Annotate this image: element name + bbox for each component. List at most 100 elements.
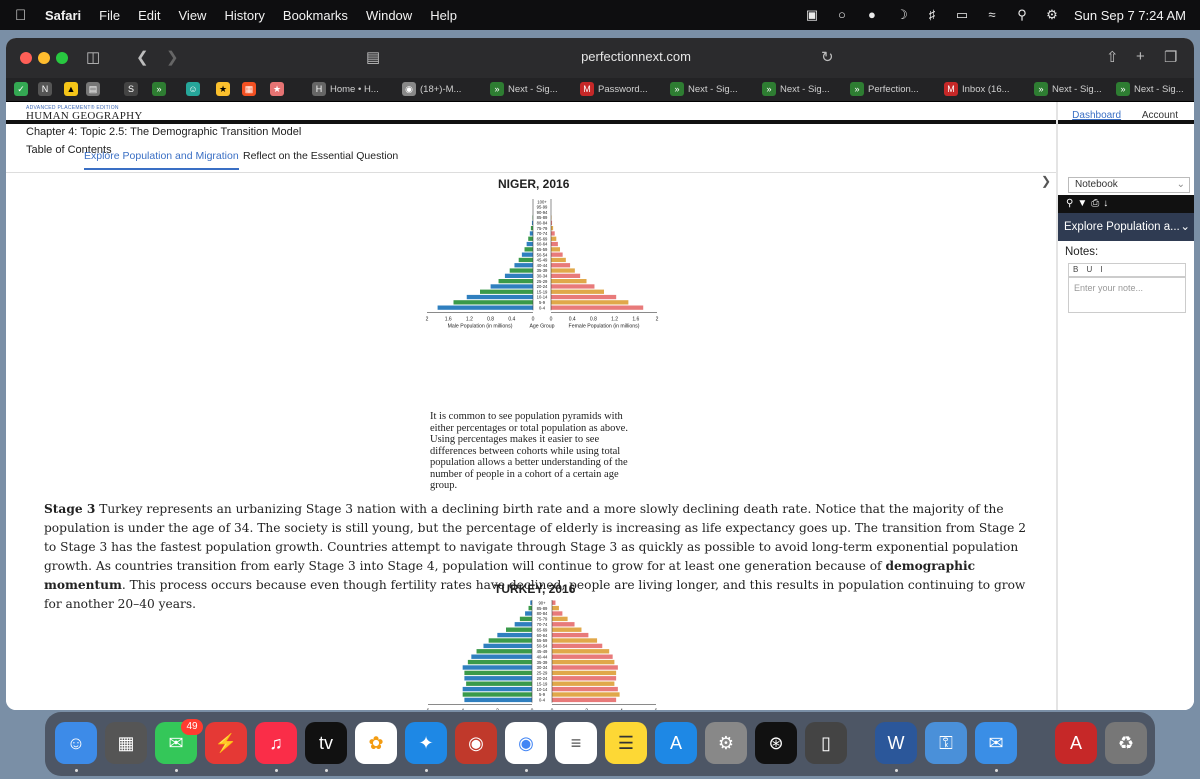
bookmark-next-4[interactable]: » Next - Sig... [1034, 82, 1102, 98]
menu-safari[interactable]: Safari [45, 8, 81, 23]
running-indicator [325, 769, 328, 772]
notes-icon[interactable]: ☰ [605, 722, 647, 764]
collapse-panel-icon[interactable]: ❯ [1041, 174, 1051, 188]
female-bar [552, 676, 617, 681]
capcut-icon[interactable]: ⊛ [755, 722, 797, 764]
vpn-icon[interactable]: ● [864, 8, 880, 22]
bookmark-icon-10[interactable]: ★ [270, 82, 288, 98]
male-bar [488, 638, 532, 643]
chapter-title: Chapter 4: Topic 2.5: The Demographic Tr… [26, 126, 302, 138]
tab-overview-icon[interactable]: ▤ [366, 48, 380, 66]
menu-view[interactable]: View [179, 8, 207, 23]
acrobat-icon[interactable]: A [1055, 722, 1097, 764]
menu-window[interactable]: Window [366, 8, 412, 23]
female-bar [551, 257, 566, 263]
screen-share-icon[interactable]: ▣ [804, 8, 820, 22]
chrome-icon[interactable]: ◉ [505, 722, 547, 764]
iphone-mirroring-icon[interactable]: ▯ [805, 722, 847, 764]
bookmark-password[interactable]: M Password... [580, 82, 648, 98]
music-icon[interactable]: ♫ [255, 722, 297, 764]
safari-icon[interactable]: ✦ [405, 722, 447, 764]
share-icon[interactable]: ⇧ [1106, 48, 1119, 66]
format-tools: B U I [1073, 265, 1106, 274]
word-icon[interactable]: W [875, 722, 917, 764]
bookmark-18plus[interactable]: ◉ (18+)-M... [402, 82, 461, 98]
running-indicator [995, 769, 998, 772]
apple-tv-icon[interactable]: tv [305, 722, 347, 764]
bookmark-icon-7[interactable]: ☺ [186, 82, 204, 98]
search-icon[interactable]: ⚲ [1066, 198, 1077, 209]
note-input[interactable]: Enter your note... [1068, 277, 1186, 313]
finder-icon[interactable]: ☺ [55, 722, 97, 764]
close-button[interactable] [20, 52, 32, 64]
search-icon[interactable]: ⚲ [1014, 8, 1030, 22]
bookmark-next-3[interactable]: » Next - Sig... [762, 82, 830, 98]
menu-bookmarks[interactable]: Bookmarks [283, 8, 348, 23]
new-tab-icon[interactable]: + [1136, 48, 1145, 65]
bookmark-next-5[interactable]: » Next - Sig... [1116, 82, 1184, 98]
bookmark-inbox[interactable]: M Inbox (16... [944, 82, 1010, 98]
bluetooth-icon[interactable]: ♯ [924, 8, 940, 22]
creative-cloud-icon[interactable]: ○ [834, 8, 850, 22]
forward-icon[interactable]: ❯ [166, 48, 179, 66]
bookmark-icon-8[interactable]: ★ [216, 82, 234, 98]
apple-icon[interactable]:  [15, 7, 33, 24]
back-icon[interactable]: ❮ [136, 48, 149, 66]
tick-label: 0.4 [569, 316, 576, 322]
download-icon[interactable]: ↓ [1103, 198, 1112, 209]
menu-file[interactable]: File [99, 8, 120, 23]
launchpad-icon[interactable]: ▦ [105, 722, 147, 764]
bookmark-next-1[interactable]: » Next - Sig... [490, 82, 558, 98]
bookmark-icon-1[interactable]: ✓ [14, 82, 32, 98]
bookmark-next-2[interactable]: » Next - Sig... [670, 82, 738, 98]
trash-icon[interactable]: ♻ [1105, 722, 1147, 764]
notebook-section-title: Explore Population a... [1064, 221, 1180, 233]
male-bar [467, 659, 532, 665]
menu-help[interactable]: Help [430, 8, 457, 23]
wifi-icon[interactable]: ≈ [984, 8, 1000, 22]
photo-booth-icon[interactable]: ◉ [455, 722, 497, 764]
notebook-select[interactable]: Notebook ⌄ [1068, 177, 1190, 193]
reload-icon[interactable]: ↻ [821, 48, 834, 66]
bookmark-home[interactable]: H Home • H... [312, 82, 379, 98]
bookmark-icon-3[interactable]: ▲ [64, 82, 82, 98]
format-toolbar[interactable]: B U I [1068, 263, 1186, 277]
notebook-section-header[interactable]: Explore Population a... ⌄ [1058, 213, 1194, 241]
zoom-button[interactable] [56, 52, 68, 64]
control-center-icon[interactable]: ⚙ [1044, 8, 1060, 22]
age-group-label: 10-14 [537, 687, 548, 692]
battery-icon[interactable]: ▭ [954, 8, 970, 22]
clock[interactable]: Sun Sep 7 7:24 AM [1074, 8, 1186, 23]
tab-switcher-icon[interactable]: ❐ [1164, 48, 1177, 66]
keychain-icon[interactable]: ⚿ [925, 722, 967, 764]
reminders-icon[interactable]: ≡ [555, 722, 597, 764]
sidebar-toggle-icon[interactable]: ◫ [86, 48, 100, 66]
male-bar [497, 632, 532, 638]
male-bar [476, 649, 532, 654]
tab-reflect-question[interactable]: Reflect on the Essential Question [243, 150, 398, 162]
photos-icon[interactable]: ✿ [355, 722, 397, 764]
print-icon[interactable]: ⎙ [1091, 198, 1103, 209]
bookmark-icon-2[interactable]: N [38, 82, 56, 98]
bookmark-icon-9[interactable]: ▦ [242, 82, 260, 98]
moon-icon[interactable]: ☽ [894, 8, 910, 22]
minimize-button[interactable] [38, 52, 50, 64]
menu-history[interactable]: History [224, 8, 264, 23]
system-settings-icon[interactable]: ⚙ [705, 722, 747, 764]
running-indicator [275, 769, 278, 772]
age-group-label: 20-24 [537, 676, 548, 681]
mail-icon[interactable]: ✉ [975, 722, 1017, 764]
menu-edit[interactable]: Edit [138, 8, 160, 23]
app-store-icon[interactable]: A [655, 722, 697, 764]
bookmark-perfection[interactable]: » Perfection... [850, 82, 919, 98]
spark-icon[interactable]: ⚡ [205, 722, 247, 764]
tab-explore-population[interactable]: Explore Population and Migration [84, 150, 239, 170]
header-divider [6, 120, 1194, 124]
running-indicator [175, 769, 178, 772]
address-bar[interactable]: perfectionnext.com [546, 49, 726, 64]
bookmark-icon-6[interactable]: » [152, 82, 170, 98]
bookmark-icon-4[interactable]: ▤ [86, 82, 104, 98]
bookmark-icon-5[interactable]: S [124, 82, 142, 98]
bookmark-label: Next - Sig... [780, 84, 830, 95]
filter-icon[interactable]: ▼ [1077, 198, 1091, 209]
